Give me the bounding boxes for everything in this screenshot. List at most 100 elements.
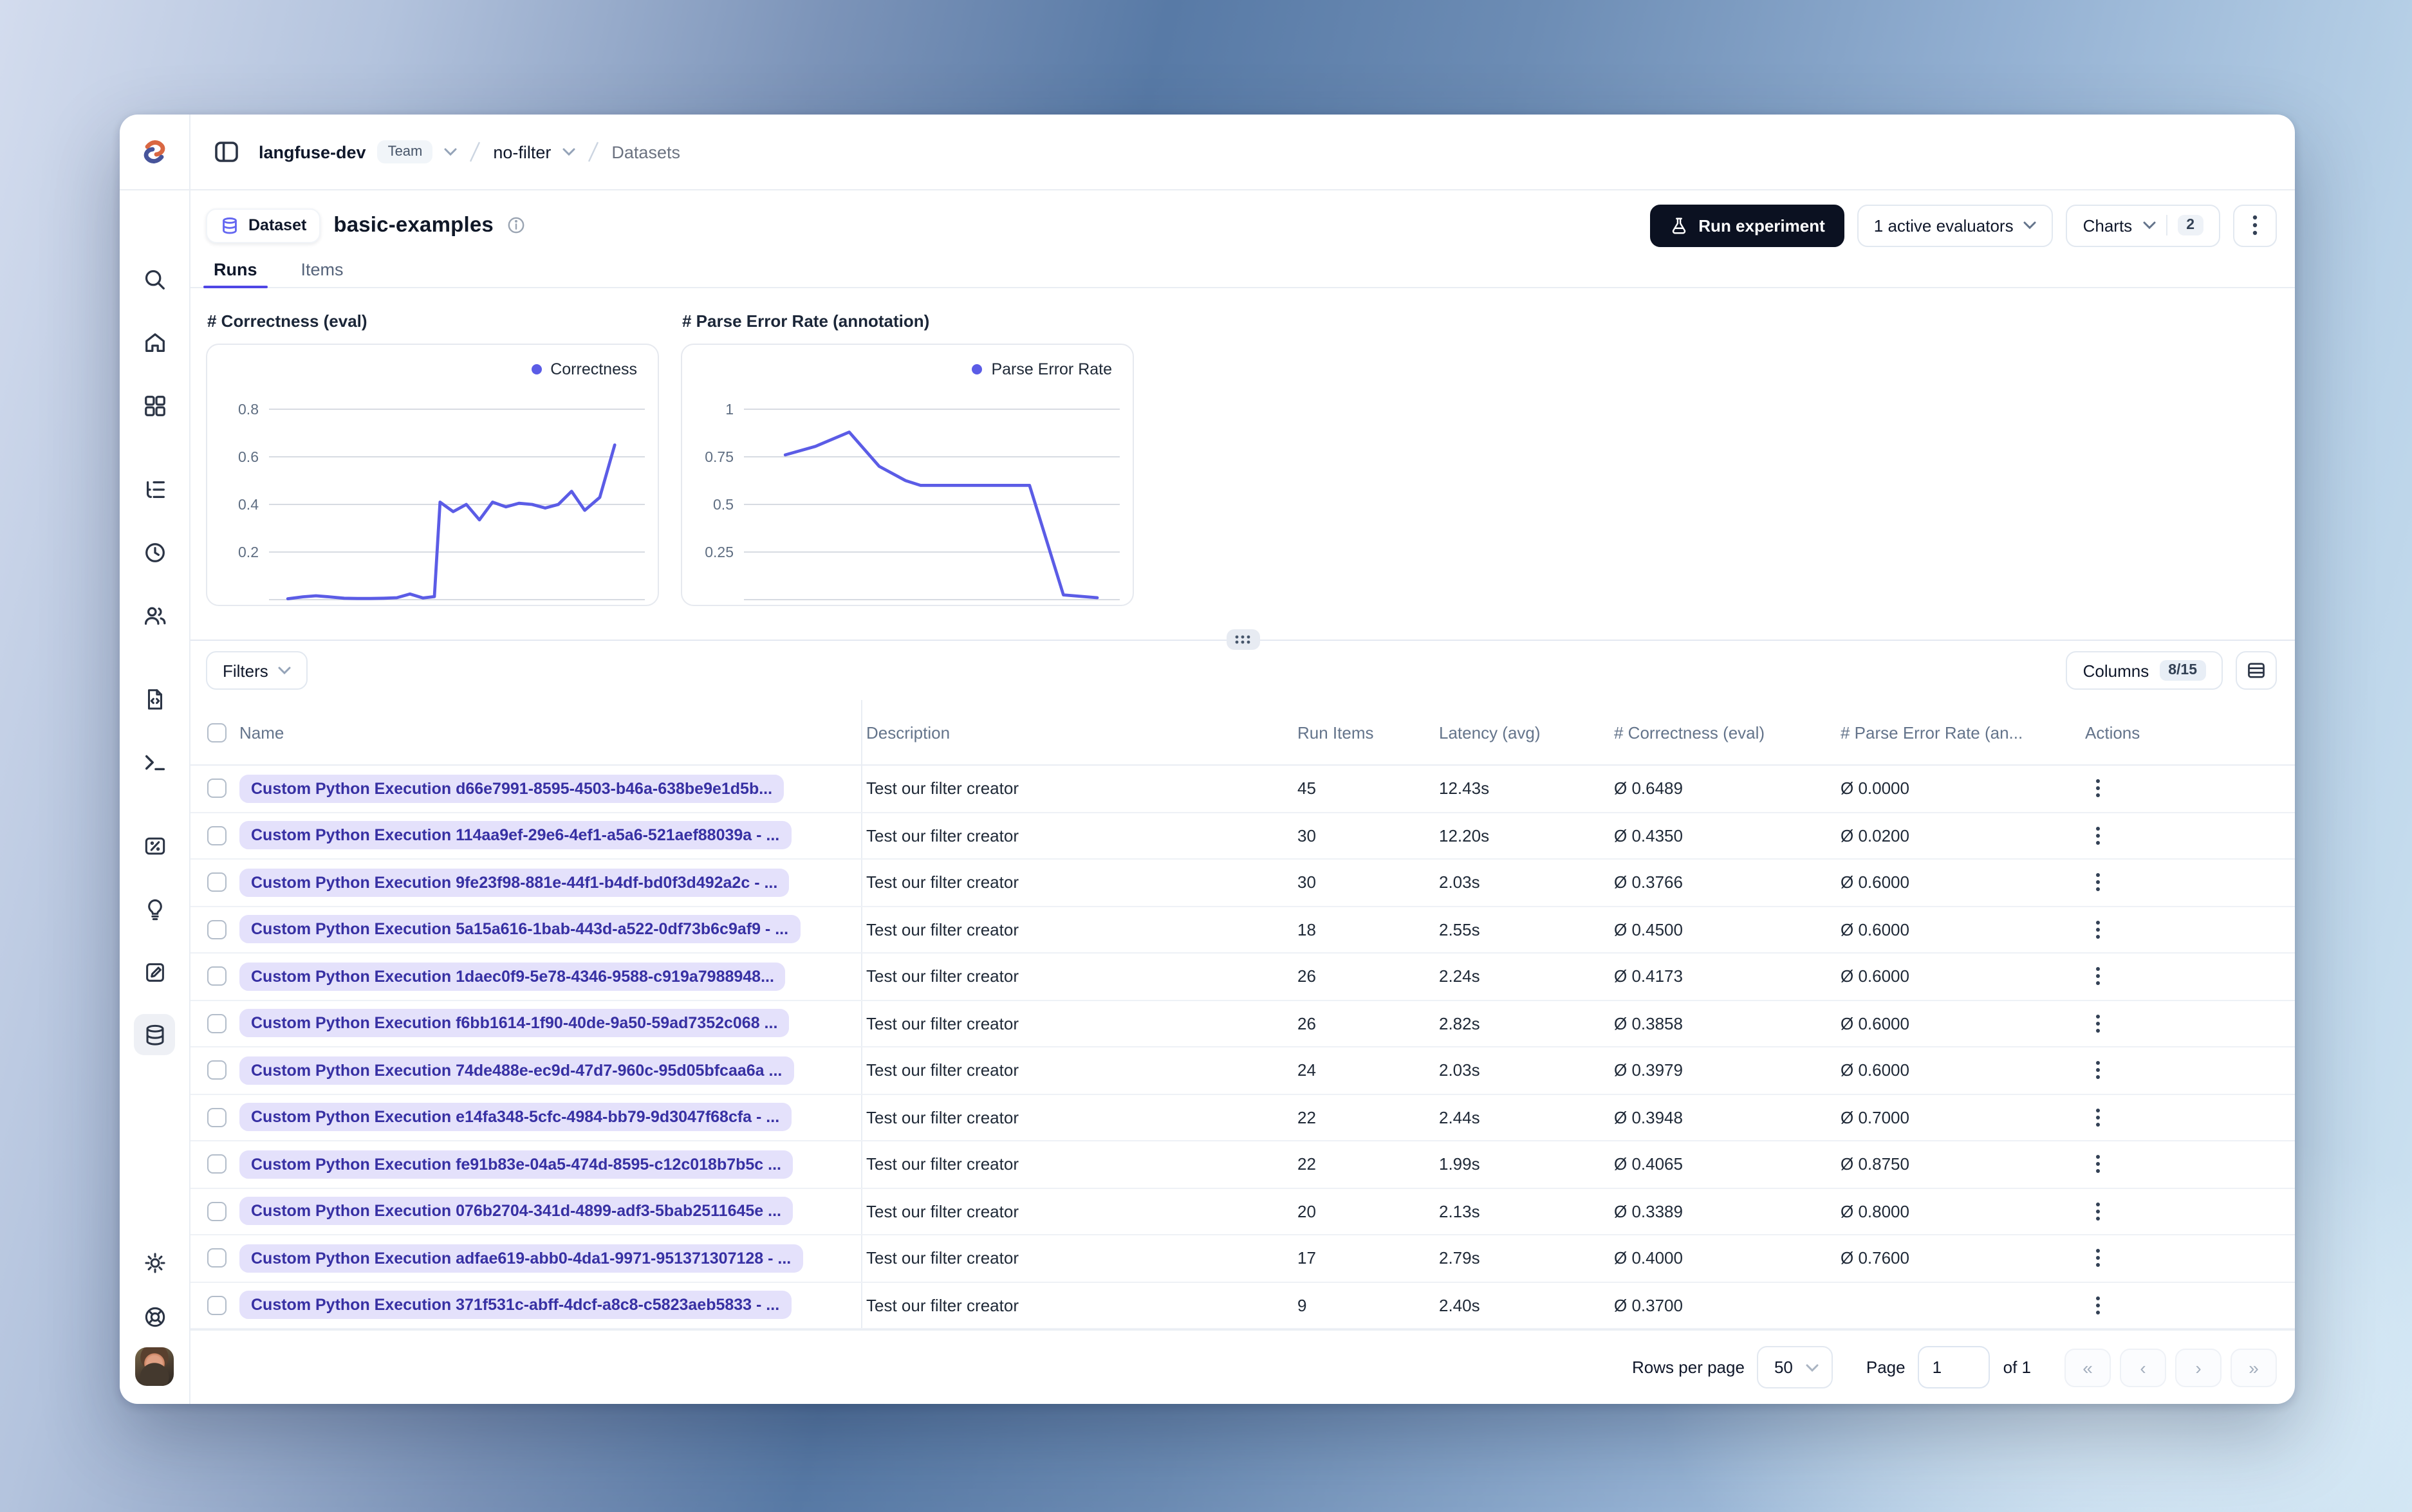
run-name-link[interactable]: Custom Python Execution e14fa348-5cfc-49… (239, 1103, 792, 1132)
table-row[interactable]: Custom Python Execution d66e7991-8595-45… (190, 766, 2295, 813)
breadcrumb-org[interactable]: langfuse-dev (259, 142, 366, 161)
column-header-name[interactable]: Name (239, 700, 862, 764)
run-name-link[interactable]: Custom Python Execution d66e7991-8595-45… (239, 774, 784, 803)
row-actions-menu-button[interactable] (2085, 1244, 2111, 1273)
sidebar-toggle-button[interactable] (214, 139, 239, 165)
page-header: Dataset basic-examples Run experiment 1 … (190, 190, 2295, 252)
sidebar-item-search[interactable] (134, 259, 175, 300)
sidebar-item-support[interactable] (134, 1296, 175, 1337)
table-row[interactable]: Custom Python Execution 371f531c-abff-4d… (190, 1282, 2295, 1329)
row-actions-menu-button[interactable] (2085, 774, 2111, 804)
run-experiment-button[interactable]: Run experiment (1649, 204, 1844, 246)
panel-resize-handle[interactable] (1226, 629, 1259, 650)
run-name-link[interactable]: Custom Python Execution 371f531c-abff-4d… (239, 1291, 792, 1320)
select-all-checkbox[interactable] (207, 723, 227, 742)
row-checkbox[interactable] (207, 1201, 227, 1221)
run-name-link[interactable]: Custom Python Execution f6bb1614-1f90-40… (239, 1009, 790, 1038)
run-name-link[interactable]: Custom Python Execution 114aa9ef-29e6-4e… (239, 821, 792, 850)
table-row[interactable]: Custom Python Execution adfae619-abb0-4d… (190, 1235, 2295, 1282)
sidebar-item-users[interactable] (134, 595, 175, 636)
breadcrumb-project[interactable]: no-filter (493, 142, 551, 161)
run-description: Test our filter creator (866, 1295, 1019, 1315)
row-actions-menu-button[interactable] (2085, 1150, 2111, 1179)
run-name-link[interactable]: Custom Python Execution adfae619-abb0-4d… (239, 1244, 803, 1273)
info-icon[interactable] (506, 215, 527, 235)
first-page-button[interactable]: « (2064, 1348, 2111, 1387)
tab-runs[interactable]: Runs (203, 252, 267, 288)
table-row[interactable]: Custom Python Execution f6bb1614-1f90-40… (190, 1000, 2295, 1047)
row-checkbox[interactable] (207, 1013, 227, 1033)
sidebar-item-home[interactable] (134, 322, 175, 363)
row-checkbox[interactable] (207, 1060, 227, 1080)
row-actions-menu-button[interactable] (2085, 1009, 2111, 1038)
next-page-button[interactable]: › (2175, 1348, 2222, 1387)
table-row[interactable]: Custom Python Execution 1daec0f9-5e78-43… (190, 954, 2295, 1000)
row-actions-menu-button[interactable] (2085, 915, 2111, 945)
column-header-description[interactable]: Description (862, 700, 1297, 764)
table-row[interactable]: Custom Python Execution e14fa348-5cfc-49… (190, 1094, 2295, 1141)
table-row[interactable]: Custom Python Execution 114aa9ef-29e6-4e… (190, 813, 2295, 860)
page-number-input[interactable] (1918, 1346, 1990, 1388)
row-checkbox[interactable] (207, 825, 227, 845)
run-name-link[interactable]: Custom Python Execution fe91b83e-04a5-47… (239, 1150, 793, 1179)
row-actions-menu-button[interactable] (2085, 1056, 2111, 1085)
sidebar-item-scores[interactable] (134, 825, 175, 866)
row-checkbox[interactable] (207, 1154, 227, 1174)
row-checkbox[interactable] (207, 1295, 227, 1315)
row-actions-menu-button[interactable] (2085, 1291, 2111, 1320)
columns-button[interactable]: Columns 8/15 (2066, 651, 2223, 690)
run-name-link[interactable]: Custom Python Execution 5a15a616-1bab-44… (239, 915, 801, 944)
row-checkbox[interactable] (207, 779, 227, 798)
table-row[interactable]: Custom Python Execution 076b2704-341d-48… (190, 1188, 2295, 1235)
previous-page-button[interactable]: ‹ (2120, 1348, 2166, 1387)
row-actions-menu-button[interactable] (2085, 821, 2111, 851)
row-checkbox[interactable] (207, 966, 227, 986)
column-header-run-items[interactable]: Run Items (1297, 700, 1439, 764)
sidebar-item-llm-as-judge[interactable] (134, 888, 175, 929)
evaluators-dropdown-button[interactable]: 1 active evaluators (1857, 204, 2054, 246)
chevron-down-icon[interactable] (562, 148, 575, 156)
row-actions-menu-button[interactable] (2085, 868, 2111, 898)
row-checkbox[interactable] (207, 1248, 227, 1268)
charts-panel: # Correctness (eval) Correctness 0.2 0.4 0… (190, 288, 2295, 650)
sidebar-item-dashboards[interactable] (134, 385, 175, 426)
column-header-parse-error-rate[interactable]: # Parse Error Rate (an... (1841, 700, 2077, 764)
sidebar-item-annotation[interactable] (134, 951, 175, 992)
run-name-link[interactable]: Custom Python Execution 9fe23f98-881e-44… (239, 868, 790, 897)
row-actions-menu-button[interactable] (2085, 962, 2111, 991)
sidebar-item-prompts[interactable] (134, 678, 175, 719)
user-avatar[interactable] (135, 1347, 174, 1386)
run-name-link[interactable]: Custom Python Execution 076b2704-341d-48… (239, 1197, 793, 1226)
rows-per-page-select[interactable]: 50 (1757, 1346, 1833, 1388)
top-bar: langfuse-dev Team no-filter Datasets (120, 115, 2295, 190)
row-actions-menu-button[interactable] (2085, 1197, 2111, 1226)
chart-title: # Parse Error Rate (annotation) (682, 311, 930, 331)
chevron-down-icon[interactable] (444, 148, 457, 156)
table-row[interactable]: Custom Python Execution fe91b83e-04a5-47… (190, 1141, 2295, 1188)
charts-dropdown-button[interactable]: Charts 2 (2066, 204, 2220, 246)
table-row[interactable]: Custom Python Execution 74de488e-ec9d-47… (190, 1047, 2295, 1094)
row-checkbox[interactable] (207, 919, 227, 939)
sidebar-item-datasets[interactable] (134, 1014, 175, 1055)
column-header-latency[interactable]: Latency (avg) (1439, 700, 1614, 764)
rows-icon (2248, 663, 2265, 678)
correctness-value: Ø 0.3766 (1614, 872, 1683, 892)
sidebar-item-settings[interactable] (134, 1242, 175, 1283)
tab-items[interactable]: Items (296, 252, 349, 287)
sidebar-item-sessions[interactable] (134, 531, 175, 573)
filters-button[interactable]: Filters (206, 651, 308, 690)
sidebar-item-tracing[interactable] (134, 468, 175, 510)
run-name-link[interactable]: Custom Python Execution 1daec0f9-5e78-43… (239, 962, 786, 991)
row-actions-menu-button[interactable] (2085, 1103, 2111, 1132)
row-checkbox[interactable] (207, 872, 227, 892)
last-page-button[interactable]: » (2231, 1348, 2277, 1387)
more-options-button[interactable] (2233, 204, 2277, 246)
breadcrumb-section[interactable]: Datasets (611, 142, 680, 161)
sidebar-item-playground[interactable] (134, 741, 175, 782)
row-height-button[interactable] (2236, 651, 2277, 690)
run-name-link[interactable]: Custom Python Execution 74de488e-ec9d-47… (239, 1056, 794, 1085)
table-row[interactable]: Custom Python Execution 5a15a616-1bab-44… (190, 907, 2295, 954)
table-row[interactable]: Custom Python Execution 9fe23f98-881e-44… (190, 860, 2295, 907)
row-checkbox[interactable] (207, 1107, 227, 1127)
column-header-correctness[interactable]: # Correctness (eval) (1614, 700, 1841, 764)
